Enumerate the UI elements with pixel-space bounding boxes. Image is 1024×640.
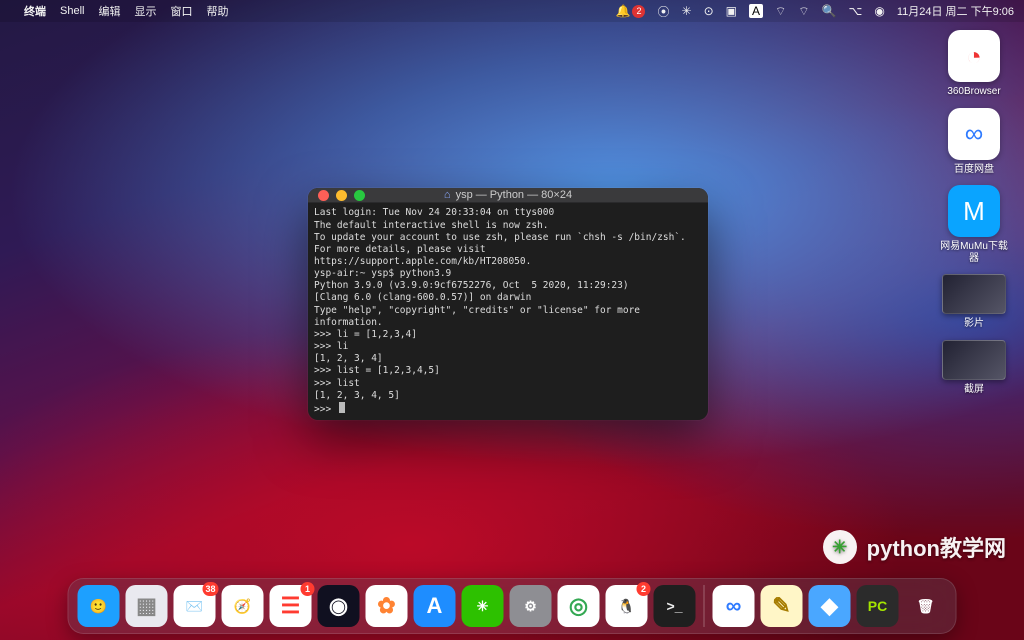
dock-qqbrowser[interactable]: ◆ (809, 585, 851, 627)
dock-chrome[interactable]: ◎ (558, 585, 600, 627)
badge: 2 (637, 582, 651, 596)
desktop-icon-label: 网易MuMu下载器 (936, 241, 1012, 264)
app-icon: ∞ (948, 108, 1000, 160)
desktop-icon-0[interactable]: ◔ 360Browser (936, 30, 1012, 98)
dock-wechat[interactable]: ✳︎ (462, 585, 504, 627)
terminal-window[interactable]: ⌂ ysp — Python — 80×24 Last login: Tue N… (308, 188, 708, 420)
desktop-icon-2[interactable]: M 网易MuMu下载器 (936, 185, 1012, 264)
menu-window[interactable]: 窗口 (170, 3, 192, 19)
status-icon-1[interactable]: ⦿ (657, 3, 669, 20)
siri-icon[interactable]: ◉ (874, 4, 884, 18)
thumbnail-icon (942, 340, 1006, 380)
dock-safari[interactable]: 🧭 (222, 585, 264, 627)
dock-notes[interactable]: ✎ (761, 585, 803, 627)
dock-finder[interactable]: 🙂 (78, 585, 120, 627)
desktop-icon-label: 百度网盘 (954, 164, 994, 176)
desktop-icon-label: 截屏 (964, 384, 984, 396)
dock-pycharm[interactable]: PC (857, 585, 899, 627)
dock-mail[interactable]: ✉️38 (174, 585, 216, 627)
desktop-icon-label: 影片 (964, 318, 984, 330)
terminal-titlebar[interactable]: ⌂ ysp — Python — 80×24 (308, 188, 708, 203)
wechat-status-icon[interactable]: ✳︎ (682, 4, 692, 18)
bluetooth-icon[interactable]: ⌔ (775, 4, 786, 19)
badge: 38 (202, 582, 218, 596)
dock-appstore[interactable]: A (414, 585, 456, 627)
dock: 🙂▦✉️38🧭☰1◉✿A✳︎⚙︎◎🐧2>_ ∞✎◆PC🗑 (68, 578, 957, 634)
dock-launchpad[interactable]: ▦ (126, 585, 168, 627)
dock-trash[interactable]: 🗑 (905, 585, 947, 627)
dock-siri[interactable]: ◉ (318, 585, 360, 627)
app-icon: ◔ (948, 30, 1000, 82)
wifi-icon[interactable]: ⌔ (798, 4, 809, 19)
desktop-icon-1[interactable]: ∞ 百度网盘 (936, 108, 1012, 176)
desktop-icon-4[interactable]: 截屏 (936, 340, 1012, 396)
play-icon[interactable]: ⊙ (704, 4, 714, 18)
notification-icon[interactable]: 🔔2 (616, 4, 646, 18)
app-menu[interactable]: 终端 (24, 3, 46, 19)
dock-terminal[interactable]: >_ (654, 585, 696, 627)
thumbnail-icon (942, 274, 1006, 314)
menu-shell[interactable]: Shell (60, 5, 84, 17)
terminal-output[interactable]: Last login: Tue Nov 24 20:33:04 on ttys0… (308, 203, 708, 420)
menu-view[interactable]: 显示 (134, 3, 156, 19)
battery-icon[interactable]: ▣ (726, 4, 737, 18)
dock-reminders[interactable]: ☰1 (270, 585, 312, 627)
search-icon[interactable]: 🔍 (822, 4, 837, 18)
dock-qq[interactable]: 🐧2 (606, 585, 648, 627)
app-icon: M (948, 185, 1000, 237)
home-icon: ⌂ (444, 189, 451, 201)
watermark: ✳︎ python教学网 (823, 530, 1006, 564)
clock[interactable]: 11月24日 周二 下午9:06 (897, 3, 1014, 19)
wechat-logo-icon: ✳︎ (823, 530, 857, 564)
window-title: ⌂ ysp — Python — 80×24 (308, 189, 708, 201)
menu-edit[interactable]: 编辑 (98, 3, 120, 19)
badge: 1 (301, 582, 315, 596)
dock-settings[interactable]: ⚙︎ (510, 585, 552, 627)
dock-separator (704, 585, 705, 627)
desktop-icon-label: 360Browser (947, 86, 1000, 98)
menubar: 终端 Shell 编辑 显示 窗口 帮助 🔔2 ⦿ ✳︎ ⊙ ▣ A ⌔ ⌔ 🔍… (0, 0, 1024, 22)
menu-help[interactable]: 帮助 (206, 3, 228, 19)
input-source-icon[interactable]: A (749, 4, 763, 18)
desktop-icons: ◔ 360Browser ∞ 百度网盘 M 网易MuMu下载器影片截屏 (936, 30, 1012, 395)
desktop-icon-3[interactable]: 影片 (936, 274, 1012, 330)
control-center-icon[interactable]: ⌥ (849, 4, 863, 18)
dock-photos[interactable]: ✿ (366, 585, 408, 627)
dock-baidupan[interactable]: ∞ (713, 585, 755, 627)
